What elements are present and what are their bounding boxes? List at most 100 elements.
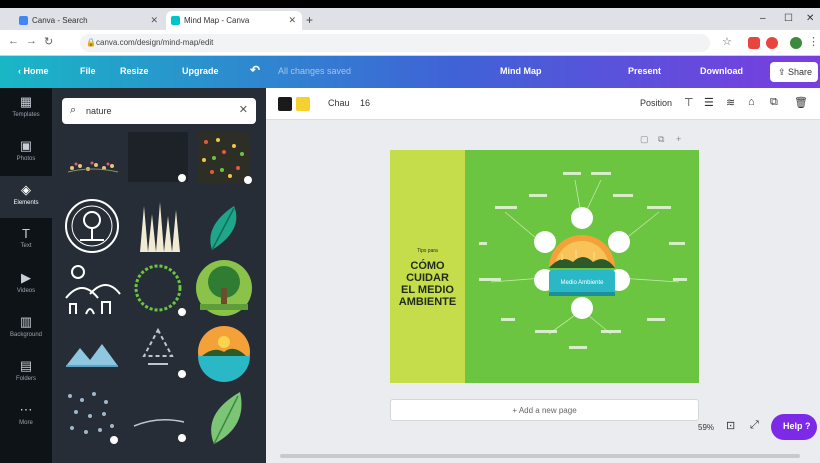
rail-videos[interactable]: ▶ Videos [0,264,52,306]
more-icon: ⋯ [19,402,33,417]
undo-icon[interactable]: ↶ [250,63,260,77]
address-bar-row: ← → ↻ 🔒 canva.com/design/mind-map/edit ☆… [0,30,820,56]
rail-folders[interactable]: ▤ Folders [0,352,52,394]
page-add-icon[interactable]: + [676,134,681,144]
mind-map-graphic[interactable]: Medio Ambiente [465,150,699,383]
editor-toolbar: Chau 16 Position ⊤ ☰ ≋ ⌂ ⧉ 🗑 [266,88,820,120]
side-rail: ▦ Templates ▣ Photos ◈ Elements T Text ▶… [0,88,52,463]
rail-label: Templates [12,112,40,118]
forward-icon[interactable]: → [26,35,37,47]
rail-background[interactable]: ▥ Background [0,308,52,350]
new-tab-icon[interactable]: + [306,13,313,27]
design-page[interactable]: Tips para CÓMO CUIDAR EL MEDIO AMBIENTE [390,150,699,383]
close-tab-icon[interactable]: ✕ [288,15,296,26]
design-title[interactable]: Mind Map [500,66,542,76]
editor-workspace: Chau 16 Position ⊤ ☰ ≋ ⌂ ⧉ 🗑 ▢ ⧉ + Tips … [266,88,820,463]
rail-label: Photos [16,156,36,162]
rail-photos[interactable]: ▣ Photos [0,132,52,174]
font-selector[interactable]: Chau [328,98,350,108]
search-box: ⌕ ✕ [62,98,256,124]
rail-templates[interactable]: ▦ Templates [0,88,52,130]
clear-search-icon[interactable]: ✕ [239,103,248,116]
home-button[interactable]: ‹ Home [18,66,49,76]
element-rain-pattern[interactable] [62,386,122,446]
rail-label: Text [20,243,32,249]
lock-icon: 🔒 [86,38,96,47]
present-button[interactable]: Present [628,66,661,76]
extension-icon[interactable] [766,37,778,49]
lock-element-icon[interactable]: ⌂ [748,96,755,108]
url-input[interactable]: 🔒 canva.com/design/mind-map/edit [80,34,710,52]
close-tab-icon[interactable]: ✕ [150,15,158,26]
star-icon[interactable]: ☆ [722,35,732,48]
rail-elements[interactable]: ◈ Elements [0,176,52,218]
search-input[interactable] [86,103,236,119]
profile-avatar[interactable] [790,37,802,49]
browser-menu-icon[interactable]: ⋮ [808,35,819,48]
rail-label: Elements [13,200,39,206]
element-tree-badge[interactable] [62,196,122,256]
fullscreen-icon[interactable]: ⤢ [750,419,759,432]
position-button[interactable]: Position [640,98,672,108]
minimize-icon[interactable]: – [760,13,766,24]
effects-icon[interactable]: ≋ [726,96,735,109]
close-window-icon[interactable]: ✕ [806,13,814,24]
element-dark-texture[interactable] [128,132,188,192]
download-button[interactable]: Download [700,66,743,76]
editor-top-bar: ‹ Home File Resize Upgrade ↶ All changes… [0,56,820,88]
rail-label: Videos [16,288,36,294]
save-status: All changes saved [278,66,352,76]
design-title-panel: Tips para CÓMO CUIDAR EL MEDIO AMBIENTE [390,150,465,383]
filter-icon[interactable]: ⊤ [684,96,694,109]
zoom-level[interactable]: 59% [698,423,714,432]
color-swatch-yellow[interactable] [296,97,310,111]
element-leaf-teal[interactable] [194,196,254,256]
design-subtitle[interactable]: Tips para [390,248,465,254]
reload-icon[interactable]: ↻ [44,35,53,48]
page-lock-icon[interactable]: ▢ [640,134,649,145]
rail-more[interactable]: ⋯ More [0,396,52,438]
element-wreath[interactable] [128,258,188,318]
search-icon: ⌕ [70,104,77,116]
help-button[interactable]: Help ? [771,414,817,440]
share-button[interactable]: ⇪ Share [770,62,818,82]
element-recycle[interactable] [128,320,188,380]
element-flowers[interactable] [62,138,122,198]
design-title-text[interactable]: CÓMO CUIDAR EL MEDIO AMBIENTE [390,260,465,308]
delete-icon[interactable]: 🗑 [794,96,808,109]
browser-tab-search[interactable]: Canva - Search ✕ [14,11,164,30]
resize-button[interactable]: Resize [120,66,149,76]
back-icon[interactable]: ← [8,35,19,47]
photos-icon: ▣ [19,138,33,153]
title-line: AMBIENTE [398,296,457,308]
element-branch-lineart[interactable] [128,386,188,446]
browser-tab-canva[interactable]: Mind Map - Canva ✕ [166,11,302,30]
element-grass[interactable] [128,196,188,256]
rail-label: Folders [15,376,36,382]
folder-icon: ▤ [19,358,33,373]
element-landscape-lineart[interactable] [62,258,122,318]
share-icon: ⇪ [778,67,789,77]
title-line: EL MEDIO [401,284,454,296]
videos-icon: ▶ [21,270,31,285]
spacing-icon[interactable]: ☰ [704,96,714,109]
page-copy-icon[interactable]: ⧉ [658,134,664,145]
color-swatch-dark[interactable] [278,97,292,111]
element-sunset-badge[interactable] [194,322,254,382]
rail-text[interactable]: T Text [0,220,52,262]
background-icon: ▥ [19,314,33,329]
element-leaf-green[interactable] [194,386,254,446]
page-grid-icon[interactable]: ⊡ [726,419,735,432]
horizontal-scrollbar[interactable] [280,454,800,458]
font-size-selector[interactable]: 16 [360,98,370,108]
element-confetti[interactable] [194,132,254,192]
extension-icon[interactable] [748,37,760,49]
maximize-icon[interactable]: ☐ [784,13,793,24]
add-page-button[interactable]: + Add a new page [390,399,699,421]
duplicate-icon[interactable]: ⧉ [770,96,778,109]
upgrade-button[interactable]: Upgrade [182,66,219,76]
element-tree-green[interactable] [194,258,254,318]
element-mountains[interactable] [62,322,122,382]
file-menu[interactable]: File [80,66,96,76]
rail-label: More [19,420,33,426]
